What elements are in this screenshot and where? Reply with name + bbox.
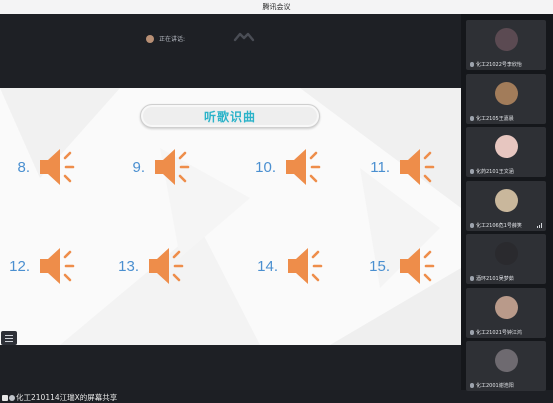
speaker-icon [400,248,435,284]
song-item-12[interactable]: 12. [0,244,80,288]
song-number: 15. [369,257,390,275]
participant-name: 化工21021号钟江鸿 [476,329,522,336]
participant-avatar [495,135,518,158]
participant-name-row: 化工21022号李欣怡 [470,61,522,68]
speaker-icon [288,248,323,284]
song-number: 14. [257,257,278,275]
app-title: 腾讯会议 [262,3,291,11]
speaker-icon [40,248,75,284]
meeting-logo-icon [233,32,255,42]
song-number: 11. [370,158,390,176]
participant-name: 化药2101王文涵 [476,169,514,175]
mic-icon [470,276,474,281]
participant-name-row: 化工2106危1号薛笑 [470,222,522,229]
speaker-icon [400,149,435,185]
participant-name: 化工2001谢浩阳 [476,383,514,389]
mic-icon [470,62,474,67]
participant-avatar [495,188,518,212]
song-number: 9. [132,158,145,176]
window-titlebar: 腾讯会议 [0,0,553,14]
mic-icon [470,222,474,228]
screen-share-label: 化工210114江瑞X的屏幕共享 [16,393,118,402]
participant-tile[interactable]: 化工2001谢浩阳 [466,341,546,391]
speaker-icon [286,149,321,185]
participant-avatar [495,295,518,319]
slide-title: 听歌识曲 [203,109,256,124]
participant-tile[interactable]: 化工2106危1号薛笑 [466,180,546,231]
participant-avatar [495,28,518,51]
participant-avatar [495,81,518,105]
participant-name-row: 化工2105王嘉晨 [470,115,514,122]
mic-icon [470,169,474,174]
participant-tile[interactable]: 化工2105王嘉晨 [466,73,546,124]
mic-icon [470,115,474,121]
participant-name-row: 化药2101王文涵 [470,168,514,175]
participant-tile[interactable]: 酒环2101吴梦茹 [466,234,546,284]
list-line-icon [5,341,13,342]
song-number: 12. [9,257,30,275]
song-item-13[interactable]: 13. [109,244,189,288]
screen-share-status-icon [9,394,15,401]
participant-name: 酒环2101吴梦茹 [476,276,514,282]
participant-name: 化工2106危1号薛笑 [476,222,522,229]
participant-avatar [495,349,518,372]
signal-icon [537,222,543,228]
speaker-icon [40,149,75,185]
speaker-icon [149,248,184,284]
list-line-icon [5,338,13,339]
mic-icon [470,383,474,388]
participant-avatar [495,242,518,265]
participant-tile[interactable]: 化药2101王文涵 [466,127,546,177]
participant-name-row: 化工2001谢浩阳 [470,382,514,389]
song-number: 10. [255,158,276,176]
speaker-avatar [146,34,154,43]
song-item-10[interactable]: 10. [246,145,326,189]
song-item-9[interactable]: 9. [115,145,195,189]
speaking-label: 正在讲话: [159,36,186,43]
song-number: 13. [118,257,139,275]
list-line-icon [5,335,13,336]
slide-title-pill: 听歌识曲 [140,104,320,128]
participant-sidebar[interactable]: 化工21022号李欣怡 化工2105王嘉晨 化药2101王文涵化工2106危1号薛笑… [461,14,553,391]
participant-name-row: 酒环2101吴梦茹 [470,275,514,282]
screen-share-indicator: 化工210114江瑞X的屏幕共享 [2,392,117,403]
song-item-14[interactable]: 14. [248,244,328,288]
main-stage: 正在讲话: 听歌识曲 8. 9. 10. 11. 12. 13. 14. 15. 化工2101… [0,14,461,402]
speaker-icon [155,149,190,185]
list-toggle-button[interactable] [1,331,17,345]
participant-tile[interactable]: 化工21022号李欣怡 [466,20,546,70]
song-number: 8. [17,158,30,176]
mic-icon [470,329,474,335]
participant-name-row: 化工21021号钟江鸿 [470,329,522,336]
shared-slide: 听歌识曲 8. 9. 10. 11. 12. 13. 14. 15. [0,88,461,345]
participant-tile[interactable]: 化工21021号钟江鸿 [466,287,546,338]
participant-name: 化工2105王嘉晨 [476,115,514,122]
song-item-8[interactable]: 8. [0,145,80,189]
screen-share-icon [2,394,8,401]
song-item-11[interactable]: 11. [360,145,440,189]
speaking-indicator: 正在讲话: [146,34,185,43]
participant-name: 化工21022号李欣怡 [476,62,522,68]
song-item-15[interactable]: 15. [360,244,440,288]
